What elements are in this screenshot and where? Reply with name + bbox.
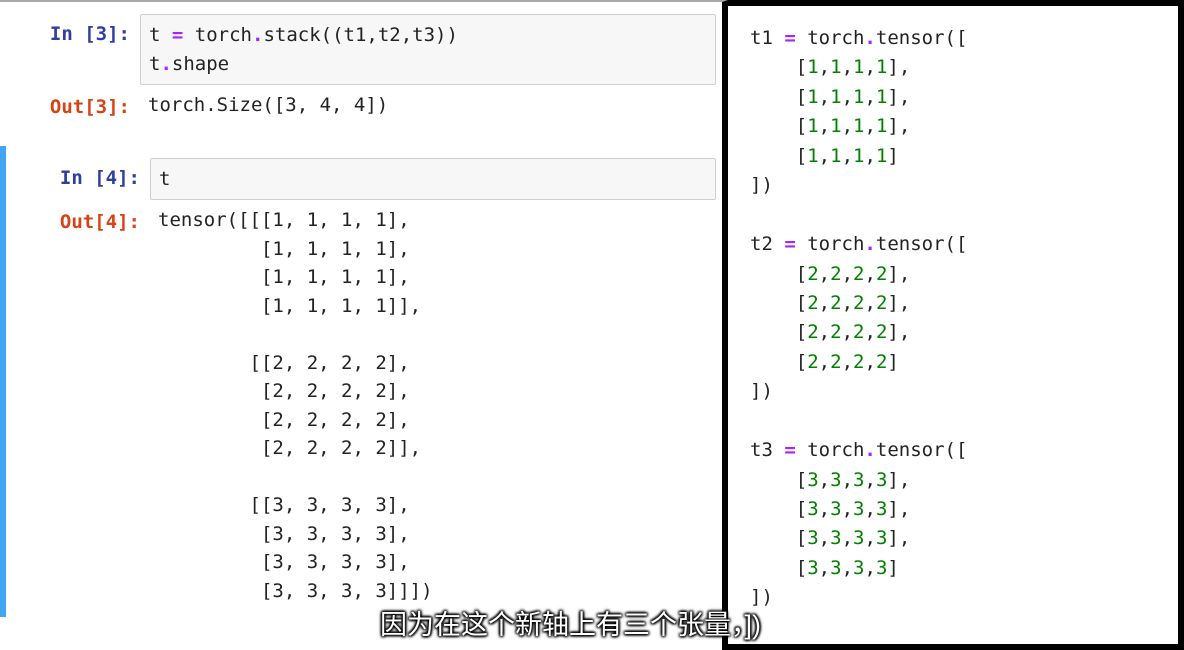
code-input-4[interactable]: t: [150, 158, 716, 201]
tensor-t1: t1 = torch.tensor([ [1,1,1,1], [1,1,1,1]…: [750, 24, 1160, 613]
definitions-pane: t1 = torch.tensor([ [1,1,1,1], [1,1,1,1]…: [728, 0, 1184, 650]
notebook-pane: In [3]: t = torch.stack((t1,t2,t3)) t.sh…: [0, 0, 728, 650]
code-input-3[interactable]: t = torch.stack((t1,t2,t3)) t.shape: [140, 14, 716, 85]
out-prompt-3: Out[3]:: [0, 85, 140, 128]
in-prompt-4: In [4]:: [10, 156, 150, 199]
notebook-cell-4[interactable]: In [4]: t Out[4]: tensor([[[1, 1, 1, 1],…: [0, 146, 722, 618]
in-prompt-3: In [3]:: [0, 12, 140, 55]
subtitle-overlay: 因为在这个新轴上有三个张量，]): [380, 603, 761, 642]
notebook-cell-3[interactable]: In [3]: t = torch.stack((t1,t2,t3)) t.sh…: [0, 2, 722, 134]
code-output-4: tensor([[[1, 1, 1, 1], [1, 1, 1, 1], [1,…: [150, 200, 722, 611]
code-output-3: torch.Size([3, 4, 4]): [140, 85, 722, 126]
out-prompt-4: Out[4]:: [10, 200, 150, 243]
